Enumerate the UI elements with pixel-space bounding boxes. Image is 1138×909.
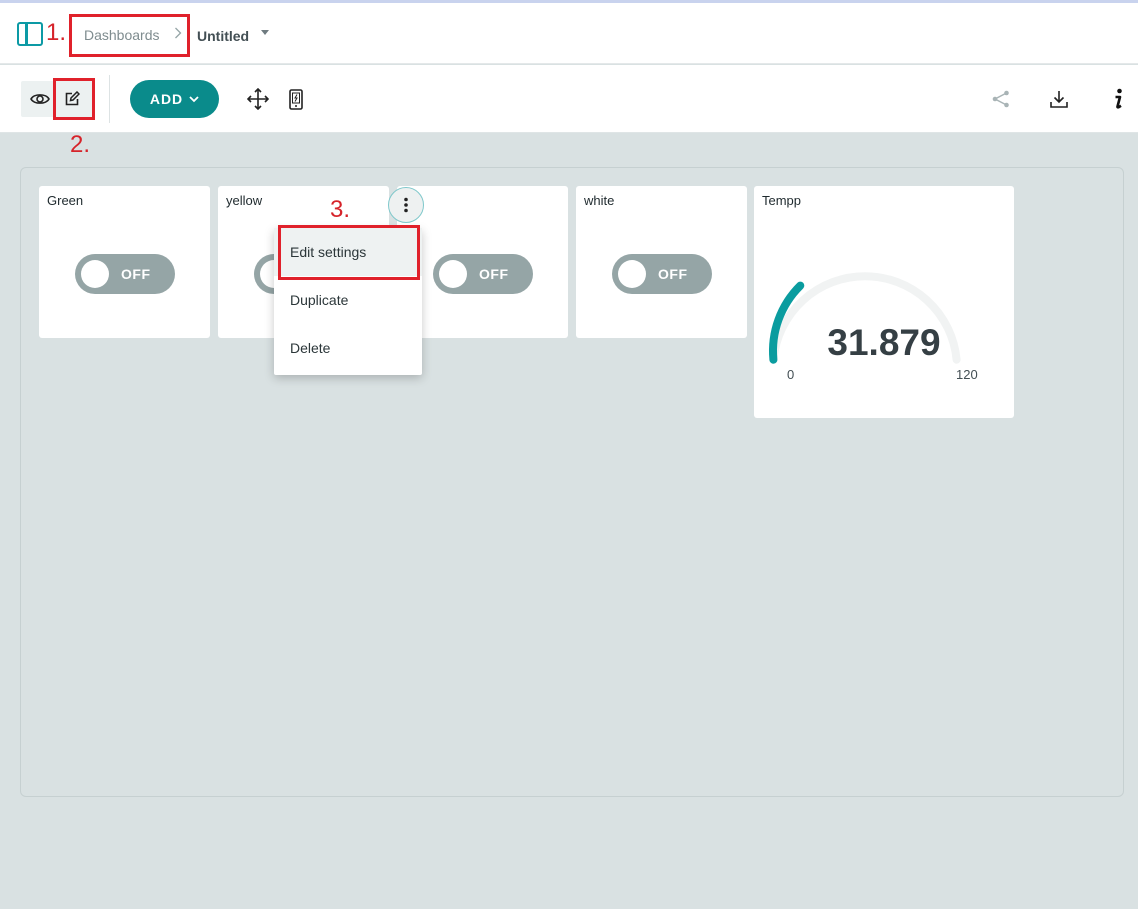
switch-knob [618,260,646,288]
switch-widget-green[interactable]: Green OFF [39,186,210,338]
menu-item-delete[interactable]: Delete [274,324,422,372]
toggle-switch[interactable]: OFF [612,254,712,294]
widget-options-button[interactable] [388,187,424,223]
annotation-box-breadcrumb [69,14,190,57]
switch-state-label: OFF [658,266,688,282]
gauge-min-label: 0 [787,367,795,382]
add-button[interactable]: ADD [130,80,219,118]
add-button-label: ADD [149,91,184,107]
widget-title: Green [47,193,84,208]
chevron-down-icon [189,95,199,102]
annotation-box-edit-settings [278,225,420,280]
sidebar-toggle-icon[interactable] [17,22,43,46]
share-icon[interactable] [990,87,1012,111]
mobile-view-icon[interactable] [286,87,306,111]
widget-title: yellow [226,193,263,208]
switch-knob [439,260,467,288]
toggle-switch[interactable]: OFF [433,254,533,294]
menu-item-duplicate[interactable]: Duplicate [274,276,422,324]
gauge-widget-tempp[interactable]: Tempp 31.879 0 120 [754,186,1014,418]
toggle-switch[interactable]: OFF [75,254,175,294]
switch-state-label: OFF [479,266,509,282]
annotation-box-edit [53,78,95,120]
annotation-step-3: 3. [330,196,351,223]
switch-knob [81,260,109,288]
switch-widget-white[interactable]: white OFF [576,186,747,338]
chevron-down-icon[interactable] [261,30,269,35]
toolbar-divider [109,75,110,123]
annotation-step-1: 1. [46,19,67,46]
switch-state-label: OFF [121,266,151,282]
gauge-chart [768,272,961,364]
more-vertical-icon [404,197,408,213]
info-icon[interactable] [1108,86,1128,112]
gauge-max-label: 120 [956,367,978,382]
dashboard-title[interactable]: Untitled [197,28,249,44]
download-icon[interactable] [1047,87,1071,111]
widget-title: white [584,193,615,208]
move-icon[interactable] [246,87,270,111]
eye-icon[interactable] [27,88,53,110]
gauge-value: 31.879 [827,322,941,363]
annotation-step-2: 2. [70,131,91,158]
toolbar: ADD [0,65,1138,133]
